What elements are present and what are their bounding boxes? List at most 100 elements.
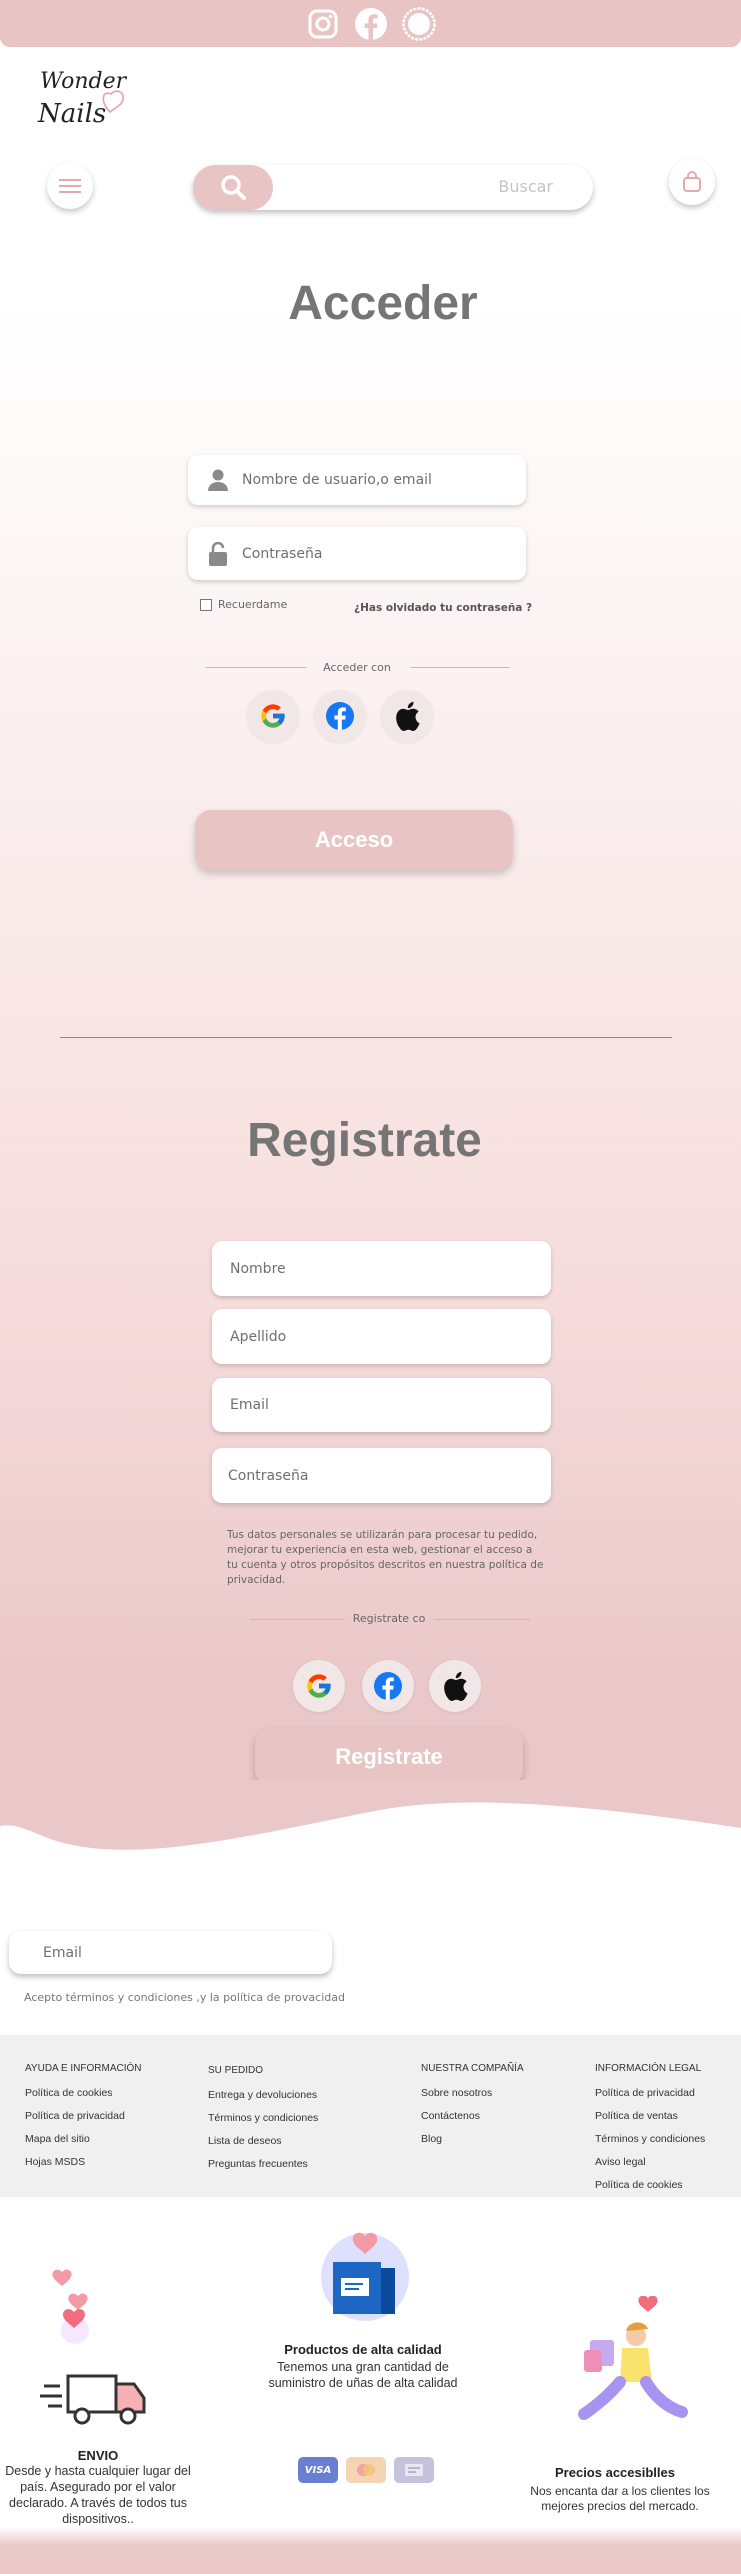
footer-link[interactable]: Preguntas frecuentes	[208, 2158, 318, 2170]
google-icon	[307, 1674, 331, 1698]
facebook-login-button[interactable]	[314, 690, 366, 742]
footer-links: AYUDA E INFORMACIÓN Política de cookies …	[0, 2035, 741, 2197]
footer-column-title: AYUDA E INFORMACIÓN	[25, 2063, 142, 2074]
username-field[interactable]	[188, 455, 526, 505]
apple-register-button[interactable]	[429, 1660, 481, 1712]
footer-link[interactable]: Blog	[421, 2133, 524, 2145]
footer-link[interactable]: Mapa del sitio	[25, 2133, 142, 2145]
footer-column-legal: INFORMACIÓN LEGAL Política de privacidad…	[595, 2063, 705, 2202]
footer-link[interactable]: Política de ventas	[595, 2110, 705, 2122]
lock-icon	[209, 541, 227, 566]
quality-title: Productos de alta calidad	[284, 2342, 442, 2357]
wave-divider	[0, 1780, 741, 1910]
password-input[interactable]	[242, 545, 526, 562]
instagram-icon[interactable]	[306, 7, 340, 41]
brand-logo[interactable]: Wonder Nails	[36, 60, 132, 146]
search-input[interactable]	[353, 177, 553, 196]
google-register-button[interactable]	[293, 1660, 345, 1712]
footer-column-title: NUESTRA COMPAÑÍA	[421, 2063, 524, 2074]
footer-link[interactable]: Lista de deseos	[208, 2135, 318, 2147]
quality-text: Tenemos una gran cantidad de suministro …	[268, 2360, 458, 2390]
register-password-field[interactable]	[212, 1448, 551, 1503]
privacy-notice: Tus datos personales se utilizarán para …	[227, 1529, 544, 1586]
product-box-illustration	[321, 2232, 409, 2321]
apple-icon	[396, 701, 420, 731]
password-field[interactable]	[188, 527, 526, 580]
price-title: Precios accesiblles	[555, 2465, 675, 2480]
svg-text:Nails: Nails	[37, 99, 106, 129]
footer-link[interactable]: Contáctenos	[421, 2110, 524, 2122]
footer-link[interactable]: Términos y condiciones	[595, 2133, 705, 2145]
menu-button[interactable]	[47, 163, 93, 209]
login-submit-button[interactable]: Acceso	[195, 810, 513, 870]
shipping-text: Desde y hasta cualquier lugar del país. …	[5, 2464, 191, 2526]
footer-link[interactable]: Política de cookies	[595, 2179, 705, 2191]
footer-link[interactable]: Política de privacidad	[25, 2110, 142, 2122]
divider-line	[206, 667, 306, 668]
card-icon	[394, 2457, 434, 2483]
register-social-divider-label: Registrate co	[352, 1612, 426, 1625]
google-icon	[261, 704, 285, 728]
search-icon	[221, 174, 246, 200]
snapchat-icon[interactable]	[401, 6, 436, 41]
google-login-button[interactable]	[247, 690, 299, 742]
mastercard-icon	[346, 2457, 386, 2483]
newsletter-email-field[interactable]	[9, 1931, 332, 1974]
remember-me[interactable]: Recuerdame	[200, 598, 287, 611]
newsletter-email-input[interactable]	[43, 1944, 332, 1961]
footer-link[interactable]: Política de cookies	[25, 2087, 142, 2099]
remember-label: Recuerdame	[218, 598, 288, 611]
search-button[interactable]	[193, 165, 273, 210]
footer-column-order: SU PEDIDO Entrega y devoluciones Término…	[208, 2065, 318, 2181]
footer-link[interactable]: Política de privacidad	[595, 2087, 705, 2099]
forgot-password-link[interactable]: ¿Has olvidado tu contraseña ?	[354, 602, 532, 614]
apple-login-button[interactable]	[381, 690, 433, 742]
visa-card-icon: VISA	[298, 2457, 338, 2483]
footer-link[interactable]: Sobre nosotros	[421, 2087, 524, 2099]
footer-column-title: INFORMACIÓN LEGAL	[595, 2063, 702, 2074]
register-first-name-field[interactable]	[212, 1241, 551, 1296]
top-social-bar	[0, 0, 741, 47]
last-name-input[interactable]	[230, 1328, 551, 1345]
footer-link[interactable]: Términos y condiciones	[208, 2112, 318, 2124]
footer-column-company: NUESTRA COMPAÑÍA Sobre nosotros Contácte…	[421, 2063, 524, 2156]
user-icon	[208, 469, 228, 491]
login-social-divider-label: Acceder con	[323, 661, 391, 674]
shopping-bag-icon	[683, 171, 701, 192]
login-title: Acceder	[288, 277, 478, 330]
delivery-truck-illustration	[40, 2269, 146, 2425]
shipping-title: ENVIO	[77, 2448, 119, 2463]
username-input[interactable]	[242, 472, 526, 488]
register-email-field[interactable]	[212, 1378, 551, 1432]
remember-checkbox[interactable]	[200, 598, 212, 611]
newsletter-terms[interactable]: Acepto términos y condiciones ,y la polí…	[24, 1991, 345, 2004]
newsletter-section	[0, 1910, 741, 2040]
section-divider	[60, 1037, 672, 1038]
payment-cards: VISA	[298, 2457, 434, 2483]
facebook-icon	[326, 702, 354, 730]
search-bar	[193, 165, 593, 210]
first-name-input[interactable]	[230, 1260, 551, 1277]
divider-line	[435, 1619, 530, 1620]
bottom-band	[0, 2527, 741, 2574]
facebook-icon[interactable]	[354, 7, 388, 41]
register-title: Registrate	[247, 1114, 482, 1167]
register-submit-button[interactable]: Registrate	[255, 1728, 523, 1786]
cart-button[interactable]	[669, 159, 715, 205]
footer-column-title: SU PEDIDO	[208, 2065, 264, 2076]
divider-line	[410, 667, 510, 668]
facebook-icon	[374, 1672, 402, 1700]
register-last-name-field[interactable]	[212, 1309, 551, 1364]
footer-column-help: AYUDA E INFORMACIÓN Política de cookies …	[25, 2063, 142, 2179]
footer-link[interactable]: Aviso legal	[595, 2156, 705, 2168]
svg-text:Wonder: Wonder	[40, 69, 128, 94]
footer-link[interactable]: Entrega y devoluciones	[208, 2089, 318, 2101]
facebook-register-button[interactable]	[362, 1660, 414, 1712]
apple-icon	[444, 1671, 468, 1701]
footer-link[interactable]: Hojas MSDS	[25, 2156, 142, 2168]
divider-line	[250, 1619, 345, 1620]
register-email-input[interactable]	[230, 1397, 551, 1413]
shopping-person-illustration	[578, 2296, 688, 2420]
register-password-input[interactable]	[228, 1467, 551, 1484]
hamburger-icon	[59, 179, 81, 193]
